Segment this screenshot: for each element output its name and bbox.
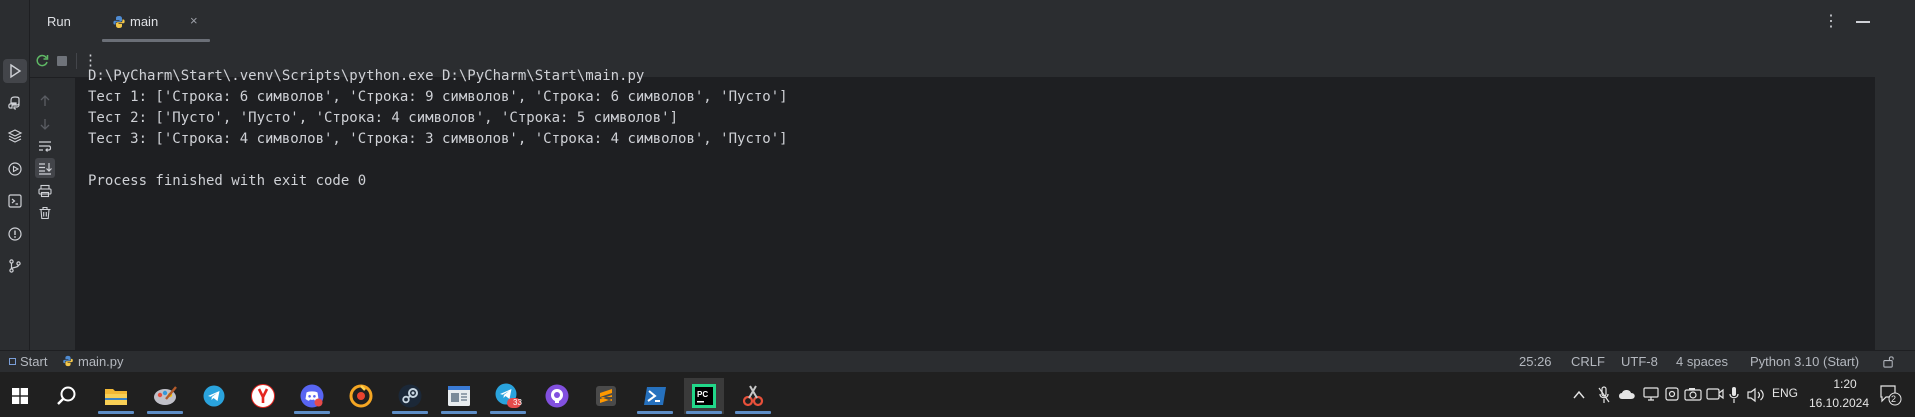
arrow-up-icon[interactable] xyxy=(38,94,52,108)
discord-icon[interactable] xyxy=(292,378,332,414)
caret-position[interactable]: 25:26 xyxy=(1519,354,1552,369)
running-indicator xyxy=(686,411,722,414)
telegram-icon[interactable] xyxy=(194,378,234,414)
microphone-icon[interactable] xyxy=(1728,386,1740,404)
console-output[interactable]: D:\PyCharm\Start\.venv\Scripts\python.ex… xyxy=(75,68,1875,350)
clock-date[interactable]: 16.10.2024 xyxy=(1803,396,1875,410)
sublime-text-icon[interactable] xyxy=(586,378,626,414)
windows-taskbar: 33 PC ENG 1:20 16.10.2024 2 xyxy=(0,372,1915,417)
yandex-browser-icon[interactable] xyxy=(243,378,283,414)
services-icon[interactable] xyxy=(3,157,27,181)
run-tool-icon[interactable] xyxy=(3,59,27,83)
file-explorer-icon[interactable] xyxy=(96,378,136,414)
right-tool-strip xyxy=(1875,44,1915,350)
chevron-up-icon[interactable] xyxy=(1573,390,1585,400)
trash-icon[interactable] xyxy=(38,206,52,220)
python-interpreter[interactable]: Python 3.10 (Start) xyxy=(1750,354,1859,369)
meet-now-icon[interactable] xyxy=(1706,386,1724,402)
breadcrumb-project[interactable]: Start xyxy=(20,354,47,369)
toolbar-divider xyxy=(76,53,77,69)
terminal-icon[interactable] xyxy=(3,189,27,213)
scroll-to-end-button[interactable] xyxy=(35,158,55,178)
volume-icon[interactable] xyxy=(1746,387,1766,403)
git-icon[interactable] xyxy=(3,254,27,278)
keyboard-language[interactable]: ENG xyxy=(1772,386,1798,400)
running-indicator xyxy=(490,411,526,414)
console-line: Process finished with exit code 0 xyxy=(88,173,367,189)
running-indicator xyxy=(294,411,330,414)
options-menu-icon[interactable]: ⋮ xyxy=(1823,12,1839,32)
running-indicator xyxy=(392,411,428,414)
notification-count: 2 xyxy=(1891,394,1897,404)
lock-icon[interactable] xyxy=(1882,355,1895,368)
arrow-down-icon[interactable] xyxy=(38,117,52,131)
run-panel-header: Run main × ⋮ xyxy=(30,0,1915,44)
tab-main-label: main xyxy=(130,14,159,29)
tab-main[interactable]: main × xyxy=(102,0,210,44)
status-bar: Start main.py 25:26 CRLF UTF-8 4 spaces … xyxy=(0,350,1915,372)
python-file-icon xyxy=(63,355,73,367)
console-line: Тест 3: ['Строка: 4 символов', 'Строка: … xyxy=(88,131,788,147)
console-line: D:\PyCharm\Start\.venv\Scripts\python.ex… xyxy=(88,68,645,84)
left-tool-strip xyxy=(0,0,30,350)
telegram-desktop-icon[interactable]: 33 xyxy=(488,378,528,414)
running-indicator xyxy=(98,411,134,414)
device-icon[interactable] xyxy=(1664,386,1680,402)
running-indicator xyxy=(637,411,673,414)
music-player-icon[interactable] xyxy=(341,378,381,414)
powershell-icon[interactable] xyxy=(635,378,675,414)
project-icon xyxy=(9,358,16,365)
line-separator[interactable]: CRLF xyxy=(1571,354,1605,369)
running-indicator xyxy=(735,411,771,414)
pycharm-icon[interactable]: PC xyxy=(684,378,724,414)
file-encoding[interactable]: UTF-8 xyxy=(1621,354,1658,369)
soft-wrap-icon[interactable] xyxy=(38,139,52,153)
console-gutter xyxy=(30,78,75,350)
notes-icon[interactable] xyxy=(439,378,479,414)
paint-icon[interactable] xyxy=(145,378,185,414)
tab-close-icon[interactable]: × xyxy=(190,12,204,30)
problems-icon[interactable] xyxy=(3,222,27,246)
rerun-icon[interactable] xyxy=(34,53,50,69)
scroll-to-end-icon xyxy=(39,163,52,175)
github-desktop-icon[interactable] xyxy=(537,378,577,414)
svg-text:PC: PC xyxy=(697,390,708,399)
snipping-tool-icon[interactable] xyxy=(733,378,773,414)
python-console-icon[interactable] xyxy=(3,91,27,115)
running-indicator xyxy=(441,411,477,414)
telegram-unread-badge: 33 xyxy=(513,398,522,407)
network-icon[interactable] xyxy=(1642,386,1660,402)
stop-icon[interactable] xyxy=(57,56,67,66)
indent-setting[interactable]: 4 spaces xyxy=(1676,354,1728,369)
python-packages-icon[interactable] xyxy=(3,124,27,148)
steam-icon[interactable] xyxy=(390,378,430,414)
run-panel-title: Run xyxy=(47,14,71,29)
cloud-icon[interactable] xyxy=(1618,388,1636,400)
start-icon[interactable] xyxy=(0,378,40,414)
tab-active-indicator xyxy=(102,39,210,42)
clock-time[interactable]: 1:20 xyxy=(1815,377,1875,391)
camera-icon[interactable] xyxy=(1684,386,1702,402)
search-icon[interactable] xyxy=(47,378,87,414)
console-line: Тест 2: ['Пусто', 'Пусто', 'Строка: 4 си… xyxy=(88,110,679,126)
breadcrumb-file[interactable]: main.py xyxy=(78,354,124,369)
microphone-muted-icon[interactable] xyxy=(1598,386,1610,404)
minimize-icon[interactable] xyxy=(1856,21,1870,23)
print-icon[interactable] xyxy=(38,184,52,198)
python-file-icon xyxy=(113,16,125,28)
more-actions-icon[interactable]: ⋮ xyxy=(83,51,98,69)
running-indicator xyxy=(147,411,183,414)
notifications-icon[interactable] xyxy=(1878,384,1902,406)
console-line: Тест 1: ['Строка: 6 символов', 'Строка: … xyxy=(88,89,788,105)
